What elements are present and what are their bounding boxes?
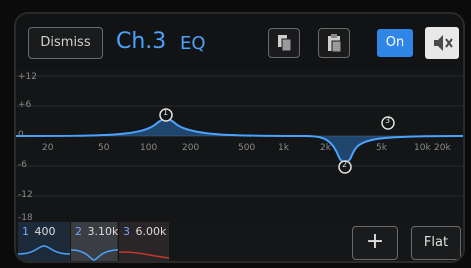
- paste-icon: [328, 34, 342, 53]
- x-label: 100: [140, 143, 158, 153]
- copy-button[interactable]: [268, 28, 300, 58]
- paste-button[interactable]: [318, 28, 350, 58]
- band-thumbnail: [119, 251, 169, 259]
- x-label: 500: [238, 143, 256, 153]
- band-thumbnail: [18, 245, 70, 255]
- eq-curve-line: [16, 117, 463, 164]
- y-label: -12: [18, 190, 33, 200]
- speaker-muted-icon: [434, 35, 453, 51]
- band-tab-3[interactable]: 3 6.00k: [119, 222, 169, 261]
- y-label: 0: [18, 130, 24, 140]
- y-label: +6: [18, 100, 32, 110]
- eq-graph[interactable]: 1 2 3 +12 +6 0 -6 -12 -18 20 50 100 200 …: [16, 70, 463, 223]
- x-label: 20k: [434, 143, 451, 153]
- dismiss-button[interactable]: Dismiss: [28, 27, 103, 59]
- eq-panel: Dismiss Ch.3 EQ On 1 2 3 +12 +6 0 -6 -12…: [14, 12, 465, 263]
- eq-curve-fill: [16, 118, 463, 163]
- eq-footer: 1 400 2 3.10k 3 6.00k + Flat: [16, 220, 463, 261]
- eq-header: Dismiss Ch.3 EQ On: [16, 14, 463, 70]
- mute-button[interactable]: [425, 27, 459, 59]
- x-label: 200: [182, 143, 200, 153]
- x-label: 20: [42, 143, 54, 153]
- eq-on-toggle[interactable]: On: [377, 29, 413, 57]
- marker-label-1: 1: [163, 108, 169, 117]
- x-label: 10k: [414, 143, 431, 153]
- band-thumbnail: [71, 249, 118, 261]
- y-label: -6: [18, 160, 27, 170]
- copy-icon: [278, 35, 292, 52]
- x-label: 50: [98, 143, 110, 153]
- channel-title: Ch.3: [116, 29, 167, 54]
- x-label: 2k: [320, 143, 331, 153]
- band-tab-2[interactable]: 2 3.10k: [71, 222, 118, 261]
- marker-label-3: 3: [385, 116, 391, 125]
- band-tab-1[interactable]: 1 400: [18, 222, 70, 261]
- flat-button[interactable]: Flat: [411, 226, 461, 260]
- eq-title: EQ: [180, 33, 206, 54]
- x-label: 1k: [278, 143, 289, 153]
- marker-label-2: 2: [342, 160, 348, 169]
- y-label: +12: [18, 72, 37, 82]
- add-band-button[interactable]: +: [352, 226, 398, 260]
- x-label: 5k: [376, 143, 387, 153]
